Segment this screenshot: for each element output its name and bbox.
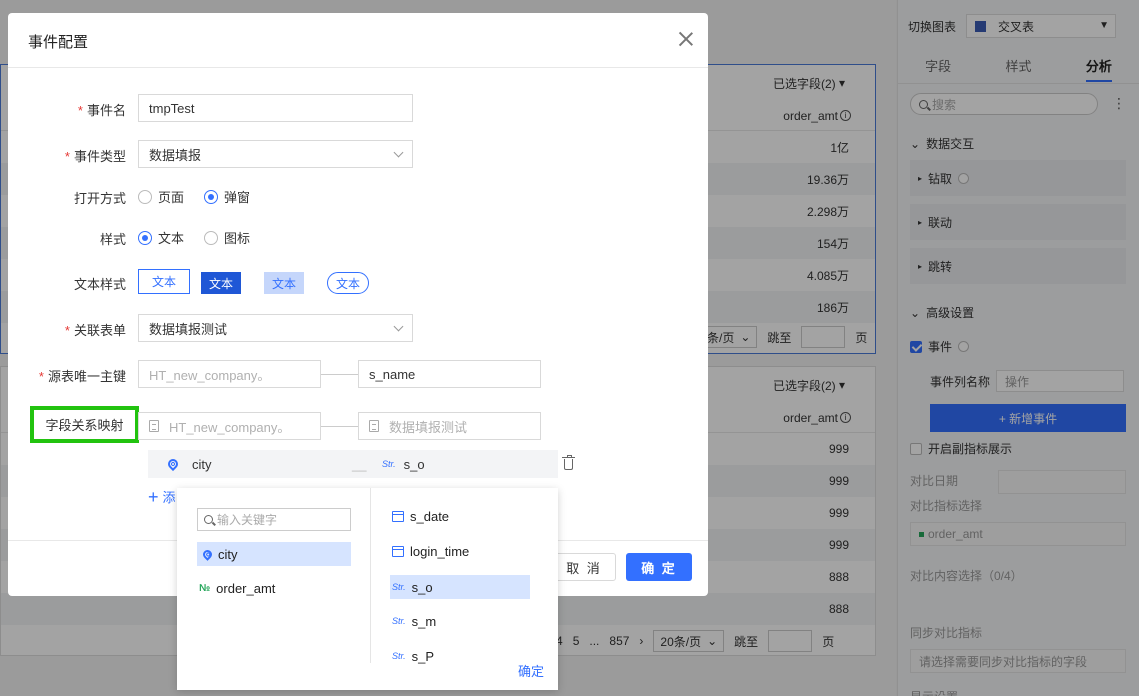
document-icon [369, 420, 379, 432]
event-name-label: * 事件名 [77, 103, 126, 118]
divider [8, 67, 708, 68]
open-mode-radios: 页面 弹窗 [138, 187, 270, 206]
location-pin-icon [201, 547, 214, 561]
field-picker-popup: 输入关键字 city № order_amt s_date login_time… [177, 488, 558, 690]
calendar-icon [392, 510, 404, 522]
popup-confirm-button[interactable]: 确定 [518, 661, 544, 680]
radio-page[interactable]: 页面 [138, 187, 184, 206]
text-style-rounded[interactable]: 文本 [327, 272, 369, 294]
field-mapping-right-input[interactable]: 数据填报测试 [358, 412, 541, 440]
cancel-button[interactable]: 取 消 [552, 553, 616, 581]
text-style-outline[interactable]: 文本 [138, 269, 190, 294]
connector-line [321, 426, 358, 427]
source-key-right-input[interactable]: s_name [358, 360, 541, 388]
field-mapping-left-input[interactable]: HT_new_company。 [138, 412, 321, 440]
document-icon [149, 420, 159, 432]
text-style-light[interactable]: 文本 [264, 272, 304, 294]
target-field-login-time[interactable]: login_time [390, 539, 530, 563]
calendar-icon [392, 545, 404, 557]
radio-selected-icon [204, 189, 219, 204]
radio-popup[interactable]: 弹窗 [204, 187, 250, 206]
number-type-icon: № [199, 582, 211, 594]
add-mapping-button[interactable]: + 添 [148, 487, 176, 506]
linked-form-select[interactable]: 数据填报测试 [138, 314, 413, 342]
connector-line [321, 374, 358, 375]
event-type-label: * 事件类型 [64, 149, 126, 164]
mapping-right-field: s_o [403, 456, 425, 472]
source-key-label: * 源表唯一主键 [38, 369, 126, 384]
string-type-icon: Str. [392, 616, 406, 626]
target-field-s-o[interactable]: Str. s_o [390, 575, 530, 599]
string-type-icon: Str. [392, 582, 406, 592]
radio-text[interactable]: 文本 [138, 228, 184, 247]
mapping-row[interactable]: city __ Str. s_o [148, 450, 558, 478]
trash-icon[interactable] [562, 455, 575, 470]
string-type-icon: Str. [382, 459, 396, 469]
chevron-down-icon [393, 147, 404, 158]
open-mode-label: 打开方式 [73, 191, 126, 206]
chevron-down-icon [393, 321, 404, 332]
target-field-s-p[interactable]: Str. s_P [390, 644, 530, 668]
radio-icon-option[interactable]: 图标 [204, 228, 250, 247]
target-field-s-m[interactable]: Str. s_m [390, 609, 530, 633]
target-field-s-date[interactable]: s_date [390, 504, 530, 528]
event-name-input[interactable]: tmpTest [138, 94, 413, 122]
text-style-filled[interactable]: 文本 [201, 272, 241, 294]
field-mapping-label: 字段关系映射 [30, 406, 139, 443]
mapping-left-field: city [192, 456, 212, 472]
search-icon [204, 515, 213, 524]
source-field-order-amt[interactable]: № order_amt [197, 576, 351, 600]
dialog-title: 事件配置 [28, 34, 89, 51]
location-pin-icon [165, 456, 181, 472]
style-label: 样式 [99, 232, 126, 247]
text-style-label: 文本样式 [73, 277, 126, 292]
source-key-left-input[interactable]: HT_new_company。 [138, 360, 321, 388]
radio-icon [204, 230, 219, 245]
mapping-separator: __ [352, 456, 367, 472]
linked-form-label: * 关联表单 [64, 323, 126, 338]
plus-icon: + [148, 486, 159, 507]
source-field-city[interactable]: city [197, 542, 351, 566]
confirm-button[interactable]: 确 定 [626, 553, 692, 581]
divider [370, 488, 371, 663]
style-radios: 文本 图标 [138, 228, 270, 247]
close-icon[interactable] [678, 31, 694, 47]
keyword-search-input[interactable]: 输入关键字 [197, 508, 351, 531]
event-type-select[interactable]: 数据填报 [138, 140, 413, 168]
radio-icon [138, 189, 152, 204]
string-type-icon: Str. [392, 651, 406, 661]
radio-selected-icon [138, 230, 152, 245]
